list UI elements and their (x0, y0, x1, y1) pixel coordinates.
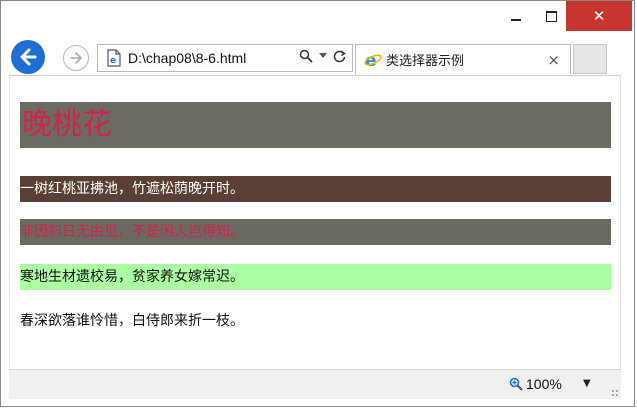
status-bar: 100% ▼ (9, 369, 621, 399)
zoom-dropdown-icon[interactable]: ▼ (583, 378, 591, 389)
page-icon: e (107, 49, 121, 67)
zoom-icon (509, 377, 523, 391)
svg-text:e: e (110, 56, 116, 66)
address-bar[interactable]: e D:\chap08\8-6.html (97, 44, 353, 72)
tab-close-button[interactable]: × (547, 51, 560, 69)
poem-line-4: 春深欲落谁怜惜，白侍郎来折一枝。 (20, 313, 244, 329)
minimize-button[interactable] (496, 1, 536, 31)
maximize-button[interactable] (536, 1, 566, 31)
tab-active[interactable]: e 类选择器示例 × (355, 44, 571, 74)
browser-window: ✕ e D:\chap08\8-6.html e 类选择器示例 × 晚桃花 一树… (0, 0, 635, 407)
new-tab-button[interactable] (573, 44, 607, 74)
page-heading: 晚桃花 (20, 102, 611, 148)
arrow-left-icon (20, 48, 37, 66)
address-input[interactable]: D:\chap08\8-6.html (128, 50, 246, 66)
maximize-icon (545, 10, 557, 22)
zoom-level: 100% (526, 376, 562, 392)
tab-title: 类选择器示例 (386, 54, 465, 69)
refresh-icon[interactable] (333, 49, 346, 63)
arrow-right-icon (70, 52, 82, 64)
forward-button[interactable] (63, 45, 89, 71)
page-content: 晚桃花 一树红桃亚拂池，竹遮松荫晚开时。 非因斜日无由见，不是闲人岂得知。 寒地… (9, 75, 621, 369)
chevron-down-icon[interactable] (319, 53, 327, 59)
search-icon[interactable] (299, 49, 313, 63)
poem-line-3: 寒地生材遗校易，贫家养女嫁常迟。 (20, 264, 611, 290)
resize-grip[interactable] (611, 389, 619, 397)
ie-icon: e (364, 51, 382, 69)
close-icon: ✕ (592, 7, 606, 25)
minimize-icon (511, 19, 521, 21)
poem-line-1: 一树红桃亚拂池，竹遮松荫晚开时。 (20, 176, 611, 202)
back-button[interactable] (11, 40, 45, 74)
close-window-button[interactable]: ✕ (566, 1, 632, 31)
poem-line-2: 非因斜日无由见，不是闲人岂得知。 (20, 219, 611, 245)
zoom-control[interactable]: 100% (509, 376, 562, 392)
